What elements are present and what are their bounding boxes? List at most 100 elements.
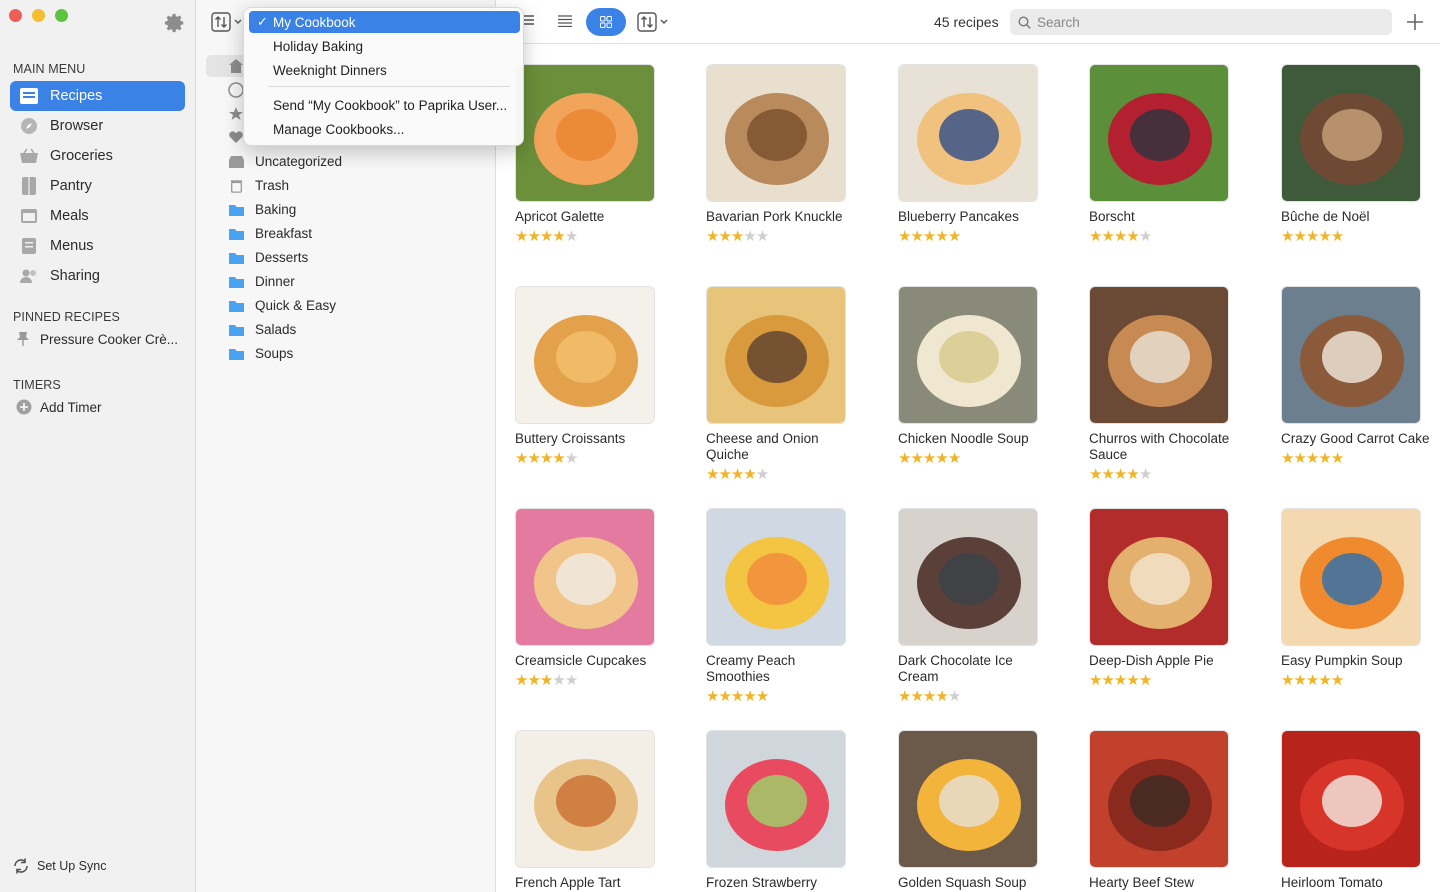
menu-item-manage-cookbooks[interactable]: Manage Cookbooks... <box>249 118 520 140</box>
star-rating[interactable]: ★★★★★ <box>1281 451 1431 467</box>
star-rating[interactable]: ★★★★★ <box>1281 229 1431 245</box>
heart-icon <box>229 131 243 143</box>
star-rating[interactable]: ★★★★★ <box>515 451 665 467</box>
recipe-card[interactable]: Creamsicle Cupcakes ★★★★★ <box>515 508 665 689</box>
menu-item-holiday-baking[interactable]: Holiday Baking <box>249 35 520 57</box>
category-soups[interactable]: Soups <box>228 346 293 361</box>
pinned-recipe-item[interactable]: Pressure Cooker Crè... <box>16 331 178 347</box>
search-input[interactable]: Search <box>1010 9 1392 35</box>
star-rating[interactable]: ★★★★★ <box>706 229 856 245</box>
recipe-card[interactable]: Crazy Good Carrot Cake ★★★★★ <box>1281 286 1431 467</box>
star-filled-icon: ★ <box>718 228 731 245</box>
recipe-card[interactable]: Cheese and Onion Quiche ★★★★★ <box>706 286 856 483</box>
star-filled-icon: ★ <box>730 228 744 245</box>
folder-icon <box>229 252 244 264</box>
recipe-card[interactable]: Heirloom Tomato <box>1281 730 1431 891</box>
star-filled-icon: ★ <box>539 672 553 689</box>
recipe-card[interactable]: Chicken Noodle Soup ★★★★★ <box>898 286 1048 467</box>
recipe-card[interactable]: Creamy Peach Smoothies ★★★★★ <box>706 508 856 705</box>
recipe-card[interactable]: Churros with Chocolate Sauce ★★★★★ <box>1089 286 1239 483</box>
star-rating[interactable]: ★★★★★ <box>706 467 856 483</box>
menu-item-send-cookbook[interactable]: Send “My Cookbook” to Paprika User... <box>249 94 520 116</box>
set-up-sync-button[interactable]: Set Up Sync <box>12 858 106 874</box>
sidebar-item-meals[interactable]: Meals <box>10 201 185 231</box>
category-breakfast[interactable]: Breakfast <box>228 226 312 241</box>
sidebar-item-sharing[interactable]: Sharing <box>10 261 185 291</box>
star-rating[interactable]: ★★★★★ <box>1281 673 1431 689</box>
star-empty-icon: ★ <box>552 672 565 689</box>
sidebar-item-groceries[interactable]: Groceries <box>10 141 185 171</box>
star-rating[interactable]: ★★★★★ <box>515 229 665 245</box>
menu-item-my-cookbook[interactable]: ✓ My Cookbook <box>249 11 520 33</box>
minimize-window-button[interactable] <box>32 9 45 22</box>
recipe-name: Cheese and Onion Quiche <box>706 431 819 462</box>
recipe-card[interactable]: Easy Pumpkin Soup ★★★★★ <box>1281 508 1431 689</box>
folder-icon <box>229 276 244 288</box>
star-rating[interactable]: ★★★★★ <box>1089 673 1239 689</box>
star-rating[interactable]: ★★★★★ <box>898 689 1048 705</box>
recipe-card[interactable]: Dark Chocolate Ice Cream ★★★★★ <box>898 508 1048 705</box>
star-rating[interactable]: ★★★★★ <box>706 689 856 705</box>
recipe-card[interactable]: Frozen Strawberry <box>706 730 856 891</box>
star-filled-icon: ★ <box>1101 228 1114 245</box>
star-filled-icon: ★ <box>706 466 719 483</box>
star-filled-icon: ★ <box>1330 672 1344 689</box>
category-label: Baking <box>255 202 297 217</box>
sidebar-item-browser[interactable]: Browser <box>10 111 185 141</box>
star-filled-icon: ★ <box>922 688 936 705</box>
sidebar-item-recipes[interactable]: Recipes <box>10 81 185 111</box>
star-filled-icon: ★ <box>515 672 528 689</box>
add-recipe-button[interactable] <box>1404 11 1426 33</box>
list-view-icon[interactable] <box>524 15 534 27</box>
category-quick-easy[interactable]: Quick & Easy <box>228 298 336 313</box>
star-filled-icon: ★ <box>922 228 936 245</box>
star-filled-icon: ★ <box>1126 228 1139 245</box>
category-salads[interactable]: Salads <box>228 322 296 337</box>
star-rating[interactable]: ★★★★★ <box>1089 229 1239 245</box>
menu-item-weeknight-dinners[interactable]: Weeknight Dinners <box>249 59 520 81</box>
recipe-card[interactable]: French Apple Tart <box>515 730 665 891</box>
menu-item-label: Send “My Cookbook” to Paprika User... <box>273 97 508 113</box>
recipe-card[interactable]: Golden Squash Soup <box>898 730 1048 891</box>
recipe-card[interactable]: Bavarian Pork Knuckle ★★★★★ <box>706 64 856 245</box>
star-filled-icon: ★ <box>1113 672 1127 689</box>
star-rating[interactable]: ★★★★★ <box>898 451 1048 467</box>
category-dinner[interactable]: Dinner <box>228 274 295 289</box>
recipe-card[interactable]: Deep-Dish Apple Pie ★★★★★ <box>1089 508 1239 689</box>
sidebar-item-menus[interactable]: Menus <box>10 231 185 261</box>
star-rating[interactable]: ★★★★★ <box>898 229 1048 245</box>
recipe-photo <box>1281 286 1421 424</box>
cookbook-menu: ✓ My Cookbook Holiday Baking Weeknight Di… <box>243 7 524 146</box>
recipe-name: Crazy Good Carrot Cake <box>1281 431 1430 446</box>
pinned-recipe-label: Pressure Cooker Crè... <box>40 331 179 347</box>
grid-view-button[interactable] <box>586 8 626 36</box>
recipe-card[interactable]: Bûche de Noël ★★★★★ <box>1281 64 1431 245</box>
close-window-button[interactable] <box>9 9 22 22</box>
sidebar-item-label: Meals <box>50 208 89 224</box>
recipe-card[interactable]: Buttery Croissants ★★★★★ <box>515 286 665 467</box>
category-baking[interactable]: Baking <box>228 202 296 217</box>
recipe-card[interactable]: Apricot Galette ★★★★★ <box>515 64 665 245</box>
zoom-window-button[interactable] <box>55 9 68 22</box>
sort-button[interactable] <box>637 11 668 33</box>
recipe-card[interactable]: Borscht ★★★★★ <box>1089 64 1239 245</box>
star-filled-icon: ★ <box>1089 466 1102 483</box>
gear-icon[interactable] <box>164 12 186 34</box>
folder-icon <box>229 300 244 312</box>
category-desserts[interactable]: Desserts <box>228 250 308 265</box>
category-trash[interactable]: Trash <box>228 178 289 193</box>
menu-list-icon <box>18 235 40 257</box>
star-rating[interactable]: ★★★★★ <box>1089 467 1239 483</box>
sidebar-item-pantry[interactable]: Pantry <box>10 171 185 201</box>
star-filled-icon: ★ <box>947 228 961 245</box>
recipe-card[interactable]: Blueberry Pancakes ★★★★★ <box>898 64 1048 245</box>
recipe-card[interactable]: Hearty Beef Stew <box>1089 730 1239 891</box>
add-timer-button[interactable]: Add Timer <box>16 399 102 415</box>
detail-list-icon[interactable] <box>558 15 572 27</box>
recipe-name: Dark Chocolate Ice Cream <box>898 653 1013 684</box>
star-filled-icon: ★ <box>1330 228 1344 245</box>
category-uncategorized[interactable]: Uncategorized <box>228 154 342 169</box>
star-rating[interactable]: ★★★★★ <box>515 673 665 689</box>
cookbook-switcher-button[interactable] <box>211 11 242 33</box>
category-label: Trash <box>255 178 290 193</box>
